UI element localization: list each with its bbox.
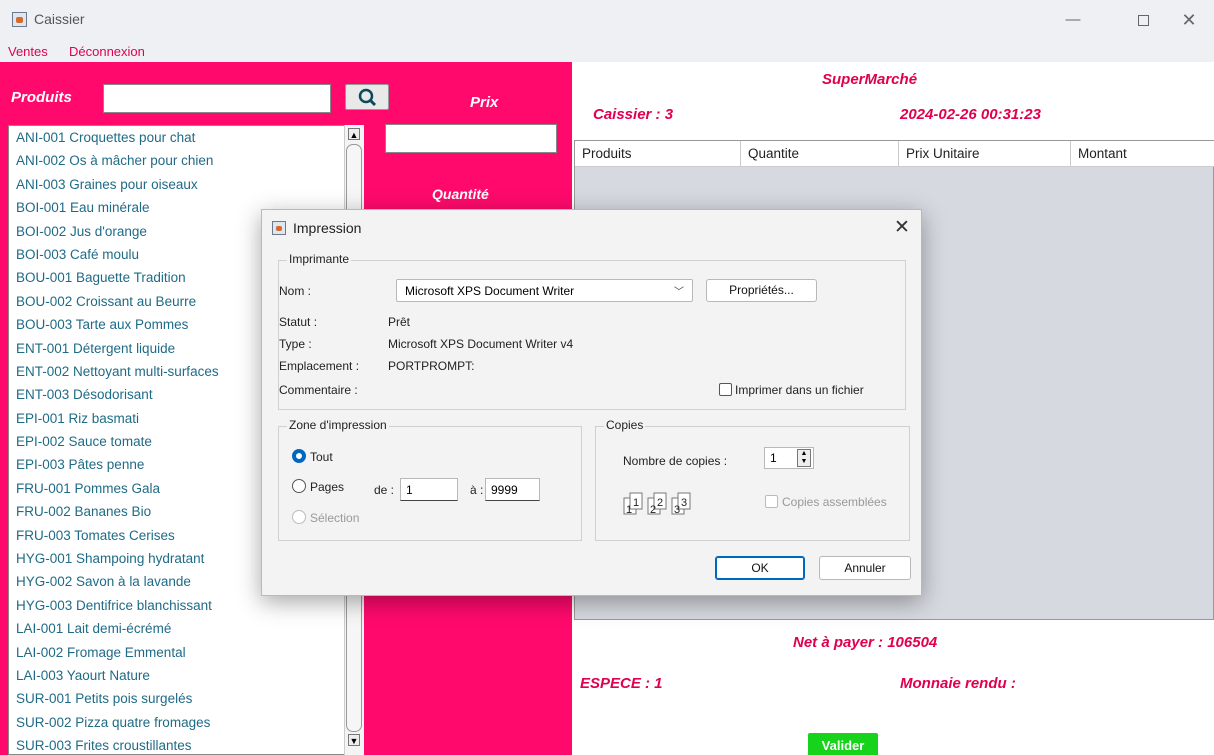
print-dialog: Impression ✕ Imprimante Nom : Microsoft … xyxy=(261,209,922,596)
valider-button[interactable]: Valider xyxy=(808,733,878,755)
menu-bar: Ventes Déconnexion xyxy=(0,40,1214,62)
window-titlebar: Caissier — ✕ xyxy=(0,0,1214,40)
list-item[interactable]: ANI-003 Graines pour oiseaux xyxy=(9,173,363,196)
copies-assemblees-label: Copies assemblées xyxy=(782,495,887,509)
search-icon xyxy=(358,88,377,107)
java-app-icon xyxy=(12,12,27,27)
menu-ventes[interactable]: Ventes xyxy=(8,44,48,59)
search-input[interactable] xyxy=(103,84,331,113)
ok-button[interactable]: OK xyxy=(715,556,805,580)
dialog-title: Impression xyxy=(293,220,362,236)
a-input[interactable]: 9999 xyxy=(485,478,540,501)
col-quantite[interactable]: Quantite xyxy=(741,141,899,167)
java-app-icon xyxy=(272,221,286,235)
imprimante-legend: Imprimante xyxy=(287,252,352,266)
svg-text:2: 2 xyxy=(650,504,656,516)
list-item[interactable]: ANI-002 Os à mâcher pour chien xyxy=(9,149,363,172)
zone-legend: Zone d'impression xyxy=(287,418,389,432)
spinner-arrows-icon[interactable]: ▲ ▼ xyxy=(797,449,811,467)
list-item[interactable]: SUR-003 Frites croustillantes xyxy=(9,734,363,754)
menu-deconnexion[interactable]: Déconnexion xyxy=(69,44,145,59)
a-label: à : xyxy=(470,483,484,497)
prix-input[interactable] xyxy=(385,124,557,153)
list-item[interactable]: ANI-001 Croquettes pour chat xyxy=(9,126,363,149)
imprimer-fichier-checkbox[interactable] xyxy=(719,383,732,396)
store-name: SuperMarché xyxy=(822,71,918,88)
pages-radio[interactable] xyxy=(292,479,306,493)
maximize-icon[interactable] xyxy=(1120,6,1166,34)
svg-text:2: 2 xyxy=(657,497,663,509)
emplacement-value: PORTPROMPT: xyxy=(388,359,475,373)
window-title: Caissier xyxy=(34,11,85,27)
scroll-down-icon[interactable]: ▼ xyxy=(348,734,360,746)
minimize-icon[interactable]: — xyxy=(1050,6,1096,34)
svg-text:3: 3 xyxy=(681,497,687,509)
commentaire-label: Commentaire : xyxy=(279,383,358,397)
list-item[interactable]: HYG-003 Dentifrice blanchissant xyxy=(9,594,363,617)
tout-label: Tout xyxy=(310,450,333,464)
selection-radio[interactable] xyxy=(292,510,306,524)
annuler-button[interactable]: Annuler xyxy=(819,556,911,580)
imprimer-fichier-label: Imprimer dans un fichier xyxy=(735,383,864,397)
svg-text:1: 1 xyxy=(633,497,639,509)
datetime-label: 2024-02-26 00:31:23 xyxy=(900,106,1041,123)
copies-legend: Copies xyxy=(604,418,646,432)
nom-label: Nom : xyxy=(279,284,312,298)
svg-text:3: 3 xyxy=(674,504,680,516)
list-item[interactable]: SUR-001 Petits pois surgelés xyxy=(9,687,363,710)
net-a-payer-label: Net à payer : 106504 xyxy=(793,634,938,651)
col-prix-unitaire[interactable]: Prix Unitaire xyxy=(899,141,1071,167)
svg-text:1: 1 xyxy=(626,504,632,516)
monnaie-rendu-label: Monnaie rendu : xyxy=(900,675,1016,692)
proprietes-button[interactable]: Propriétés... xyxy=(706,279,817,302)
close-icon[interactable]: ✕ xyxy=(1166,6,1212,34)
espece-label: ESPECE : 1 xyxy=(580,675,663,692)
type-value: Microsoft XPS Document Writer v4 xyxy=(388,337,574,351)
list-item[interactable]: LAI-001 Lait demi-écrémé xyxy=(9,617,363,640)
table-header: Produits Quantite Prix Unitaire Montant xyxy=(575,141,1214,167)
list-item[interactable]: LAI-003 Yaourt Nature xyxy=(9,664,363,687)
printer-select[interactable]: Microsoft XPS Document Writer ﹀ xyxy=(396,279,693,302)
collate-pages-icon: 11 22 33 xyxy=(623,492,691,516)
nombre-copies-label: Nombre de copies : xyxy=(623,454,728,468)
dialog-close-icon[interactable]: ✕ xyxy=(894,216,910,239)
caissier-label: Caissier : 3 xyxy=(593,106,674,123)
de-input[interactable]: 1 xyxy=(400,478,458,501)
search-button[interactable] xyxy=(345,84,389,110)
emplacement-label: Emplacement : xyxy=(279,359,360,373)
selection-label: Sélection xyxy=(310,511,360,525)
statut-value: Prêt xyxy=(388,315,411,329)
col-montant[interactable]: Montant xyxy=(1071,141,1214,167)
produits-label: Produits xyxy=(11,89,72,106)
de-label: de : xyxy=(374,483,395,497)
quantite-label: Quantité xyxy=(432,186,489,202)
scroll-up-icon[interactable]: ▲ xyxy=(348,128,360,140)
prix-label: Prix xyxy=(470,94,499,111)
tout-radio[interactable] xyxy=(292,449,306,463)
col-produits[interactable]: Produits xyxy=(575,141,741,167)
list-item[interactable]: SUR-002 Pizza quatre fromages xyxy=(9,711,363,734)
chevron-down-icon: ﹀ xyxy=(674,287,684,298)
pages-label: Pages xyxy=(310,480,345,494)
dialog-titlebar: Impression ✕ xyxy=(262,210,921,246)
list-item[interactable]: LAI-002 Fromage Emmental xyxy=(9,641,363,664)
printer-select-value: Microsoft XPS Document Writer xyxy=(405,284,575,298)
copies-group: Copies xyxy=(595,418,910,541)
type-label: Type : xyxy=(279,337,312,351)
copies-assemblees-checkbox[interactable] xyxy=(765,495,778,508)
statut-label: Statut : xyxy=(279,315,318,329)
